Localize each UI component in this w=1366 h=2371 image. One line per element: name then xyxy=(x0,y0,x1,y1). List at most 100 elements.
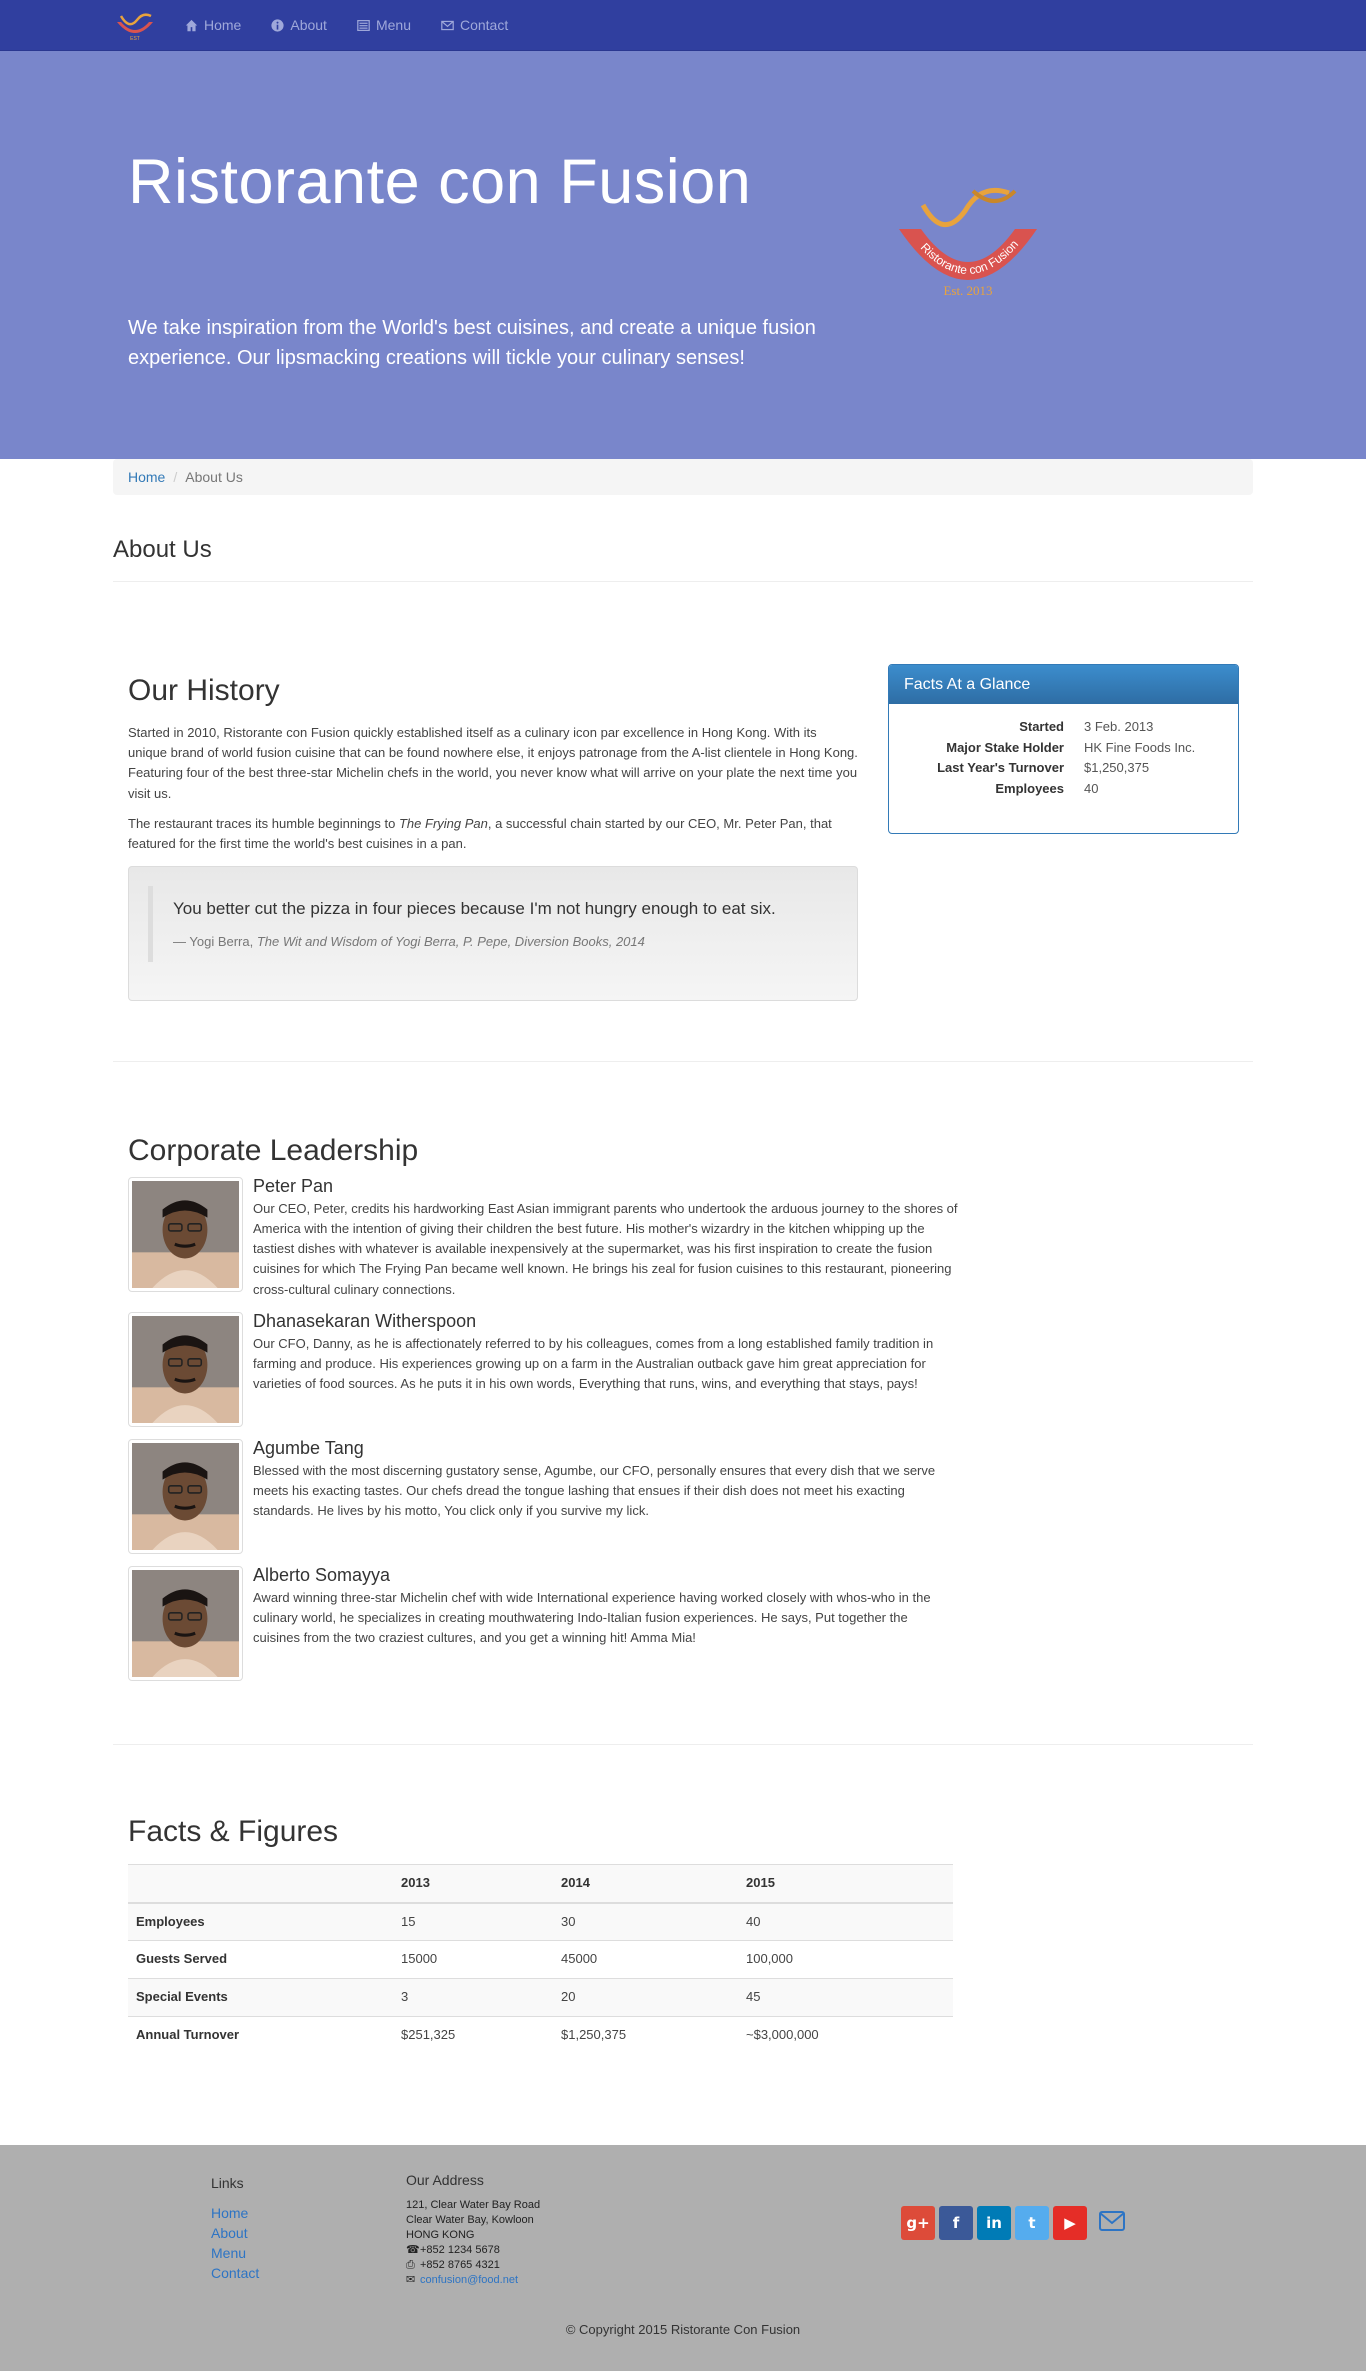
nav-home-label: Home xyxy=(204,17,242,34)
jumbotron: Ristorante con Fusion We take inspiratio… xyxy=(0,51,1366,459)
footer-address-heading: Our Address xyxy=(406,2172,484,2189)
footer-address: Our Address 121, Clear Water Bay Road Cl… xyxy=(406,2173,540,2288)
footer-link-contact[interactable]: Contact xyxy=(211,2263,259,2283)
leader-photo xyxy=(128,1177,243,1293)
twitter-icon[interactable]: t xyxy=(1015,2206,1049,2241)
fact-label: Last Year's Turnover xyxy=(937,760,1064,776)
address-line: HONG KONG xyxy=(406,2229,475,2242)
facts-table: 2013 2014 2015 Employees 15 30 40 Guests Se… xyxy=(128,1864,953,2054)
table-cell: 40 xyxy=(738,1902,953,1941)
table-cell: 15000 xyxy=(393,1940,553,1979)
nav-contact-label: Contact xyxy=(459,17,509,34)
column-header xyxy=(128,1864,393,1904)
row-header: Special Events xyxy=(128,1977,393,2017)
nav-about-label: About xyxy=(290,17,327,34)
page-title: About Us xyxy=(113,533,1253,583)
leader-photo xyxy=(128,1565,243,1681)
svg-text:Est. 2013: Est. 2013 xyxy=(943,283,992,298)
envelope-icon: ✉ xyxy=(406,2274,416,2287)
footer: Links Home About Menu Contact Our Addres… xyxy=(0,2145,1366,2371)
leadership-heading: Corporate Leadership xyxy=(128,1134,419,1168)
breadcrumb-home[interactable]: Home xyxy=(128,467,165,487)
nav-menu[interactable]: Menu xyxy=(357,15,411,35)
navbar: EST Home About Menu Contact xyxy=(0,0,1366,51)
google-plus-icon[interactable]: g+ xyxy=(901,2206,935,2241)
fact-value: 3 Feb. 2013 xyxy=(1084,719,1154,735)
table-cell: $251,325 xyxy=(393,2015,553,2054)
leader-name: Peter Pan xyxy=(253,1176,334,1197)
address-line: Clear Water Bay, Kowloon xyxy=(406,2214,534,2227)
table-cell: 45000 xyxy=(553,1940,738,1979)
table-row: Guests Served 15000 45000 100,000 xyxy=(128,1940,953,1979)
quote-well: You better cut the pizza in four pieces … xyxy=(128,866,858,1002)
nav-home[interactable]: Home xyxy=(185,15,241,35)
fact-label: Employees xyxy=(995,781,1064,797)
social-buttons: g+ f in t ▶ xyxy=(901,2206,1125,2241)
info-icon xyxy=(271,19,284,32)
facts-panel: Facts At a Glance Started 3 Feb. 2013 Maj… xyxy=(888,664,1239,835)
table-cell: 30 xyxy=(553,1902,738,1941)
quote-footer: — Yogi Berra, The Wit and Wisdom of Yogi… xyxy=(173,934,645,950)
leader-item: Peter Pan Our CEO, Peter, credits his har… xyxy=(128,1176,958,1300)
fact-label: Started xyxy=(1019,719,1064,735)
leader-photo xyxy=(128,1311,243,1427)
list-icon xyxy=(357,20,370,31)
footer-links: Links Home About Menu Contact xyxy=(211,2173,259,2283)
table-row: Special Events 3 20 45 xyxy=(128,1977,953,2017)
leader-bio: Our CEO, Peter, credits his hardworking … xyxy=(253,1201,958,1297)
table-row: Employees 15 30 40 xyxy=(128,1902,953,1941)
leader-name: Dhanasekaran Witherspoon xyxy=(253,1310,477,1331)
fact-value: 40 xyxy=(1084,781,1099,797)
table-cell: $1,250,375 xyxy=(553,2015,738,2054)
blockquote: You better cut the pizza in four pieces … xyxy=(148,886,838,963)
footer-links-heading: Links xyxy=(211,2175,244,2192)
table-cell: 3 xyxy=(393,1977,553,2017)
facebook-icon[interactable]: f xyxy=(939,2206,973,2241)
nav-about[interactable]: About xyxy=(271,15,327,35)
breadcrumb-separator: / xyxy=(173,469,178,485)
leader-bio: Our CFO, Danny, as he is affectionately … xyxy=(253,1335,934,1391)
column-header: 2014 xyxy=(553,1864,738,1904)
quote-text: You better cut the pizza in four pieces … xyxy=(173,899,776,919)
email-link[interactable]: confusion@food.net xyxy=(420,2274,518,2286)
leader-item: Alberto Somayya Award winning three-star … xyxy=(128,1564,958,1681)
footer-link-home[interactable]: Home xyxy=(211,2203,259,2223)
facts-figures-heading: Facts & Figures xyxy=(128,1815,339,1849)
table-cell: 15 xyxy=(393,1902,553,1941)
leader-name: Agumbe Tang xyxy=(253,1437,364,1458)
row-header: Annual Turnover xyxy=(128,2015,393,2054)
leader-item: Dhanasekaran Witherspoon Our CFO, Danny, … xyxy=(128,1310,958,1427)
facts-figures-section: Facts & Figures 2013 2014 2015 Employees… xyxy=(113,1745,1253,2145)
restaurant-logo[interactable]: EST xyxy=(113,10,157,42)
footer-link-about[interactable]: About xyxy=(211,2223,259,2243)
row-header: Guests Served xyxy=(128,1940,393,1979)
fact-value: $1,250,375 xyxy=(1084,760,1150,776)
nav-contact[interactable]: Contact xyxy=(441,15,508,35)
facts-panel-title: Facts At a Glance xyxy=(889,665,1238,705)
fact-value: HK Fine Foods Inc. xyxy=(1084,739,1196,755)
youtube-icon[interactable]: ▶ xyxy=(1053,2206,1087,2241)
svg-text:EST: EST xyxy=(130,36,140,42)
facts-list: Started 3 Feb. 2013 Major Stake Holder HK … xyxy=(889,704,1238,798)
jumbotron-tagline: We take inspiration from the World's bes… xyxy=(128,317,816,369)
leader-name: Alberto Somayya xyxy=(253,1564,391,1585)
history-heading: Our History xyxy=(128,674,280,708)
fax-line: ⎙ +852 8765 4321 xyxy=(406,2259,500,2272)
footer-link-menu[interactable]: Menu xyxy=(211,2243,259,2263)
phone-icon: ☎ xyxy=(406,2244,420,2257)
jumbotron-title: Ristorante con Fusion xyxy=(128,147,752,217)
nav-menu-label: Menu xyxy=(375,17,411,34)
leadership-section: Corporate Leadership Peter Pan Our CEO, P… xyxy=(113,1062,1253,1746)
history-para-1: Started in 2010, Ristorante con Fusion q… xyxy=(128,725,858,801)
phone-line: ☎+852 1234 5678 xyxy=(406,2244,500,2257)
history-para-2: The restaurant traces its humble beginni… xyxy=(128,815,832,851)
copyright: © Copyright 2015 Ristorante Con Fusion xyxy=(565,2322,801,2338)
mail-icon[interactable] xyxy=(1091,2210,1125,2236)
history-section: Our History Started in 2010, Ristorante … xyxy=(113,582,1253,1063)
home-icon xyxy=(185,19,198,32)
email-line: ✉ confusion@food.net xyxy=(406,2273,540,2288)
leader-bio: Blessed with the most discerning gustato… xyxy=(253,1462,936,1518)
leader-photo xyxy=(128,1438,243,1554)
linkedin-icon[interactable]: in xyxy=(977,2206,1011,2241)
leader-bio: Award winning three-star Michelin chef w… xyxy=(253,1589,931,1645)
